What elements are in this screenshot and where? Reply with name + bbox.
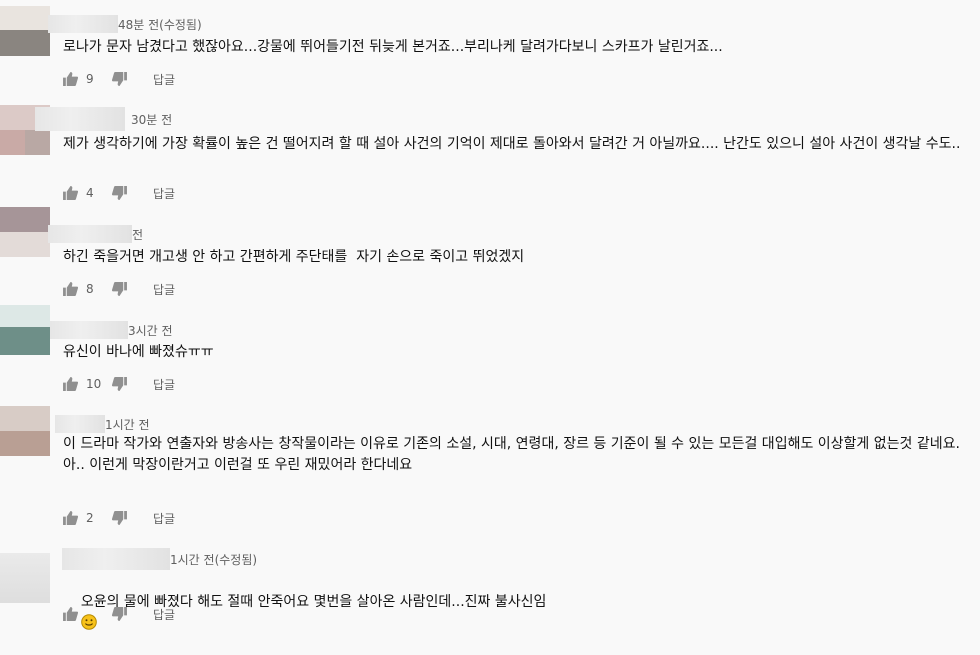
avatar[interactable] (0, 207, 50, 257)
avatar[interactable] (0, 553, 50, 603)
comment-text: 이 드라마 작가와 연출자와 방송사는 창작물이라는 이유로 기존의 소설, 시… (63, 436, 960, 473)
comment-timestamp[interactable]: 1시간 전(수정됨) (170, 551, 257, 568)
thumbs-down-icon[interactable] (112, 72, 127, 86)
thumbs-down-icon[interactable] (112, 186, 127, 200)
reply-button[interactable]: 답글 (153, 510, 175, 527)
author-name-blurred[interactable] (55, 415, 105, 433)
comment-timestamp[interactable]: 전 (132, 226, 143, 243)
reply-button[interactable]: 답글 (153, 606, 175, 623)
author-name-blurred[interactable] (50, 321, 128, 339)
reply-button[interactable]: 답글 (153, 376, 175, 393)
thumbs-down-icon[interactable] (112, 282, 127, 296)
comment-timestamp[interactable]: 48분 전(수정됨) (118, 16, 202, 33)
author-name-blurred[interactable] (35, 107, 125, 131)
like-count: 8 (86, 282, 94, 296)
author-name-blurred[interactable] (62, 548, 170, 570)
comment-timestamp[interactable]: 1시간 전 (105, 416, 150, 433)
comment-item: 전 하긴 죽을거면 개고생 안 하고 간편하게 주단태를 자기 손으로 죽이고 … (0, 205, 980, 305)
thumbs-up-icon[interactable] (63, 282, 78, 296)
thumbs-up-icon[interactable] (63, 377, 78, 391)
comment-text: 오윤의 물에 빠졌다 해도 절때 안죽어요 몇번을 살아온 사람인데...진짜 … (63, 571, 980, 655)
comment-item: 48분 전(수정됨) 로나가 문자 남겼다고 했잖아요...강물에 뛰어들기전 … (0, 0, 980, 100)
avatar[interactable] (0, 6, 50, 56)
like-count: 10 (86, 377, 102, 391)
thumbs-down-icon[interactable] (112, 511, 127, 525)
thumbs-up-icon[interactable] (63, 72, 78, 86)
comment-item: 1시간 전 이 드라마 작가와 연출자와 방송사는 창작물이라는 이유로 기존의… (0, 402, 980, 540)
thumbs-up-icon[interactable] (63, 186, 78, 200)
comment-item: 30분 전 제가 생각하기에 가장 확률이 높은 건 떨어지려 할 때 설아 사… (0, 100, 980, 205)
comment-text: 로나가 문자 남겼다고 했잖아요...강물에 뛰어들기전 뒤늦게 본거죠...부… (63, 39, 723, 55)
comment-text: 유신이 바나에 빠졌슈ㅠㅠ (63, 344, 214, 360)
thumbs-up-icon[interactable] (63, 511, 78, 525)
reply-button[interactable]: 답글 (153, 281, 175, 298)
reply-button[interactable]: 답글 (153, 185, 175, 202)
comment-text: 제가 생각하기에 가장 확률이 높은 건 떨어지려 할 때 설아 사건의 기억이… (63, 136, 961, 152)
author-name-blurred[interactable] (48, 225, 132, 243)
like-count: 2 (86, 511, 94, 525)
avatar[interactable] (0, 406, 50, 456)
avatar[interactable] (0, 305, 50, 355)
thumbs-down-icon[interactable] (112, 607, 127, 621)
thumbs-up-icon[interactable] (63, 607, 78, 621)
comment-text: 하긴 죽을거면 개고생 안 하고 간편하게 주단태를 자기 손으로 죽이고 뛰었… (63, 249, 525, 265)
thumbs-down-icon[interactable] (112, 377, 127, 391)
like-count: 9 (86, 72, 94, 86)
comment-item: 3시간 전 유신이 바나에 빠졌슈ㅠㅠ 10 답글 (0, 305, 980, 402)
comment-timestamp[interactable]: 3시간 전 (128, 322, 173, 339)
reply-button[interactable]: 답글 (153, 71, 175, 88)
like-count: 4 (86, 186, 94, 200)
comment-timestamp[interactable]: 30분 전 (131, 111, 172, 128)
author-name-blurred[interactable] (48, 15, 118, 33)
comment-item: 1시간 전(수정됨) 오윤의 물에 빠졌다 해도 절때 안죽어요 몇번을 살아온… (0, 540, 980, 630)
